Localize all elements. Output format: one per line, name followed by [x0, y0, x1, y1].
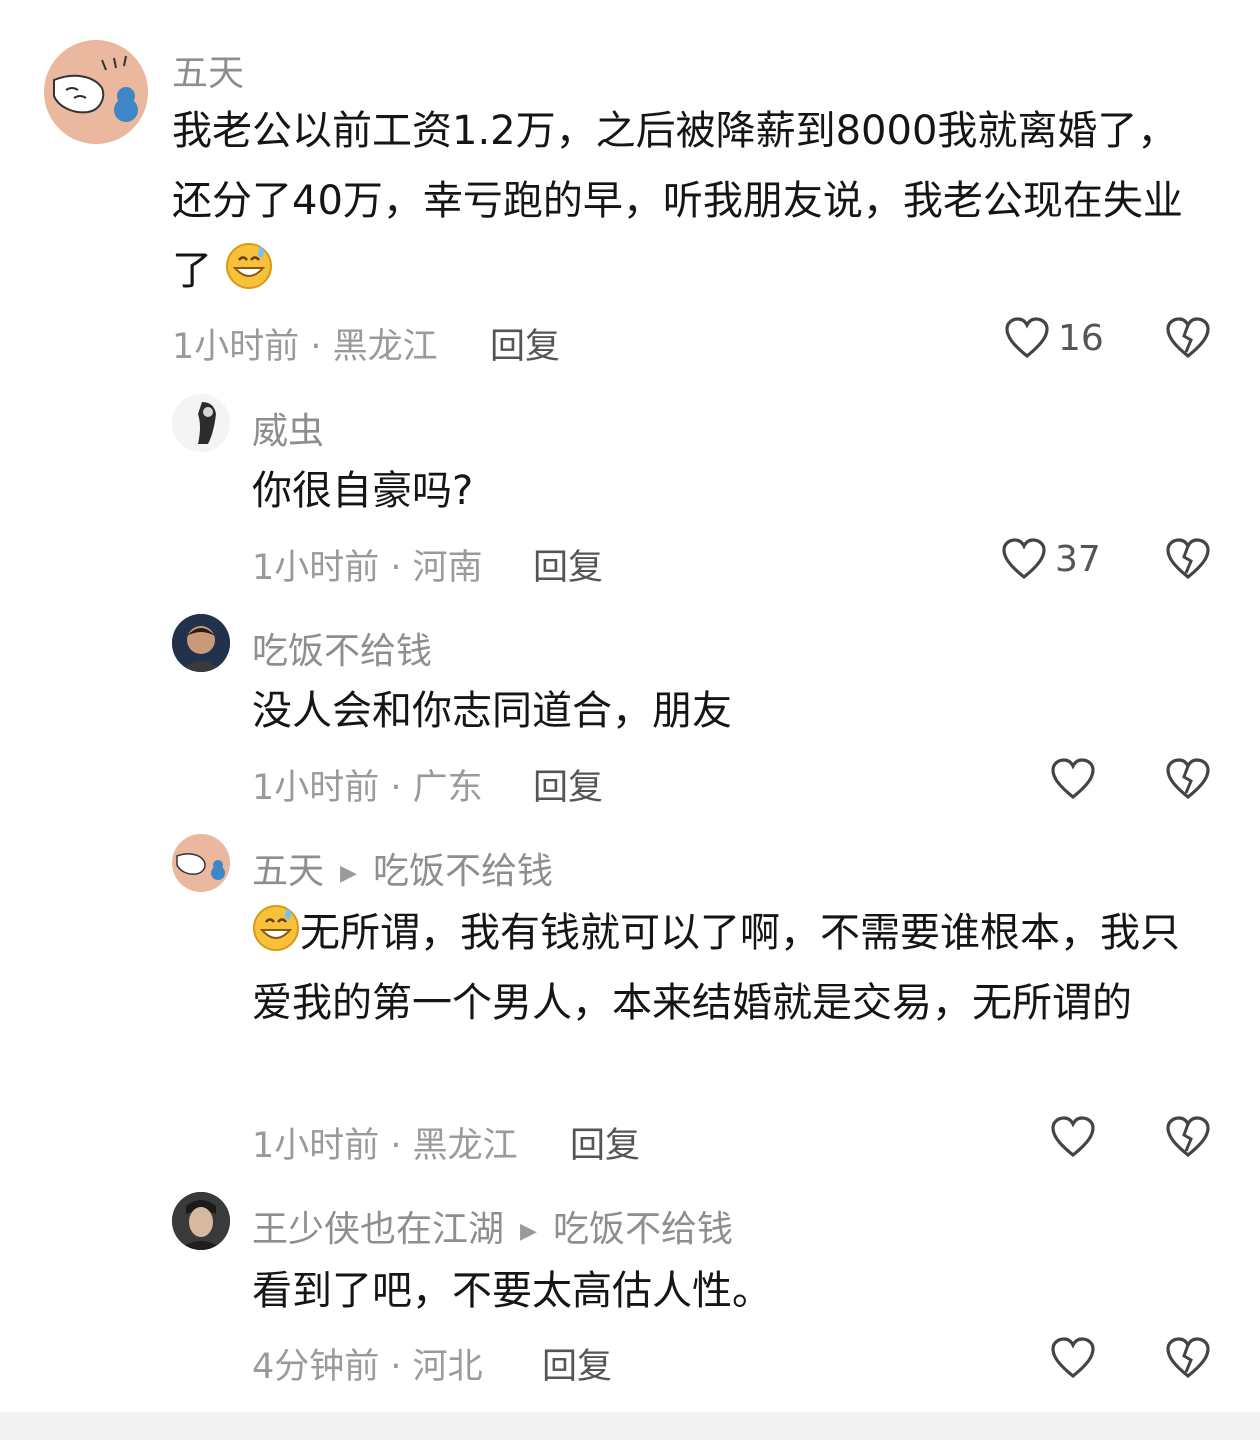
dislike-button[interactable] [1165, 316, 1211, 364]
time-location: 1小时前 · 河南 [252, 548, 483, 588]
author-name: 王少侠也在江湖 ▶ 吃饭不给钱 [252, 1200, 733, 1252]
reply-button[interactable]: 回复 [533, 759, 603, 810]
avatar[interactable] [172, 394, 230, 452]
comment-text: 你很自豪吗? [252, 468, 474, 514]
reply-to-name[interactable]: 吃饭不给钱 [373, 851, 553, 892]
like-button[interactable]: 16 [1004, 316, 1104, 360]
heart-icon [1005, 317, 1049, 359]
triangle-right-icon: ▶ [340, 860, 357, 886]
comment-text-content: 我老公以前工资1.2万，之后被降薪到8000我就离婚了，还分了40万，幸亏跑的早… [172, 108, 1183, 294]
author-name[interactable]: 吃饭不给钱 [252, 622, 432, 674]
reply-button[interactable]: 回复 [490, 318, 560, 369]
comment-text: 看到了吧，不要太高估人性。 [252, 1268, 772, 1314]
like-count: 16 [1058, 317, 1104, 359]
reply-to-name[interactable]: 吃饭不给钱 [553, 1209, 733, 1250]
figure-avatar-icon [172, 394, 230, 452]
author-name[interactable]: 威虫 [252, 402, 324, 454]
portrait-avatar-icon [172, 614, 230, 672]
author-name[interactable]: 五天 [172, 44, 244, 96]
broken-heart-icon [1166, 1116, 1210, 1158]
avatar[interactable] [172, 834, 230, 892]
like-button[interactable]: 37 [1001, 537, 1101, 581]
comment-text: 我老公以前工资1.2万，之后被降薪到8000我就离婚了，还分了40万，幸亏跑的早… [172, 96, 1212, 306]
heart-icon [1002, 538, 1046, 580]
comment-text: 没人会和你志同道合，朋友 [252, 688, 732, 734]
like-button[interactable] [1050, 757, 1096, 801]
reply-button[interactable]: 回复 [533, 539, 603, 590]
broken-heart-icon [1166, 538, 1210, 580]
time-location: 1小时前 · 广东 [252, 768, 483, 808]
triangle-right-icon: ▶ [520, 1218, 537, 1244]
avatar[interactable] [172, 1192, 230, 1250]
time-location: 4分钟前 · 河北 [252, 1347, 483, 1387]
author-link[interactable]: 五天 [252, 851, 324, 892]
fist-avatar-icon [44, 40, 148, 144]
avatar[interactable] [172, 614, 230, 672]
broken-heart-icon [1166, 317, 1210, 359]
portrait-avatar-icon [172, 1192, 230, 1250]
reply-button[interactable]: 回复 [570, 1117, 640, 1168]
broken-heart-icon [1166, 758, 1210, 800]
time-location: 1小时前 · 黑龙江 [172, 327, 438, 367]
heart-icon [1051, 1337, 1095, 1379]
dislike-button[interactable] [1165, 1336, 1211, 1384]
reply-button[interactable]: 回复 [542, 1338, 612, 1389]
grinning-sweat-emoji-icon [252, 904, 300, 952]
like-button[interactable] [1050, 1115, 1096, 1159]
author-name: 五天 ▶ 吃饭不给钱 [252, 842, 553, 894]
heart-icon [1051, 1116, 1095, 1158]
like-count: 37 [1055, 538, 1101, 580]
like-button[interactable] [1050, 1336, 1096, 1380]
bottom-edge [0, 1412, 1260, 1440]
dislike-button[interactable] [1165, 1115, 1211, 1163]
comment-text: 无所谓，我有钱就可以了啊，不需要谁根本，我只爱我的第一个男人，本来结婚就是交易，… [252, 898, 1212, 1038]
dislike-button[interactable] [1165, 757, 1211, 805]
author-link[interactable]: 王少侠也在江湖 [252, 1209, 504, 1250]
avatar[interactable] [44, 40, 148, 144]
comment-text-content: 无所谓，我有钱就可以了啊，不需要谁根本，我只爱我的第一个男人，本来结婚就是交易，… [252, 910, 1180, 1026]
dislike-button[interactable] [1165, 537, 1211, 585]
fist-avatar-icon [172, 834, 230, 892]
heart-icon [1051, 758, 1095, 800]
grinning-sweat-emoji-icon [225, 242, 273, 290]
time-location: 1小时前 · 黑龙江 [252, 1126, 518, 1166]
broken-heart-icon [1166, 1337, 1210, 1379]
